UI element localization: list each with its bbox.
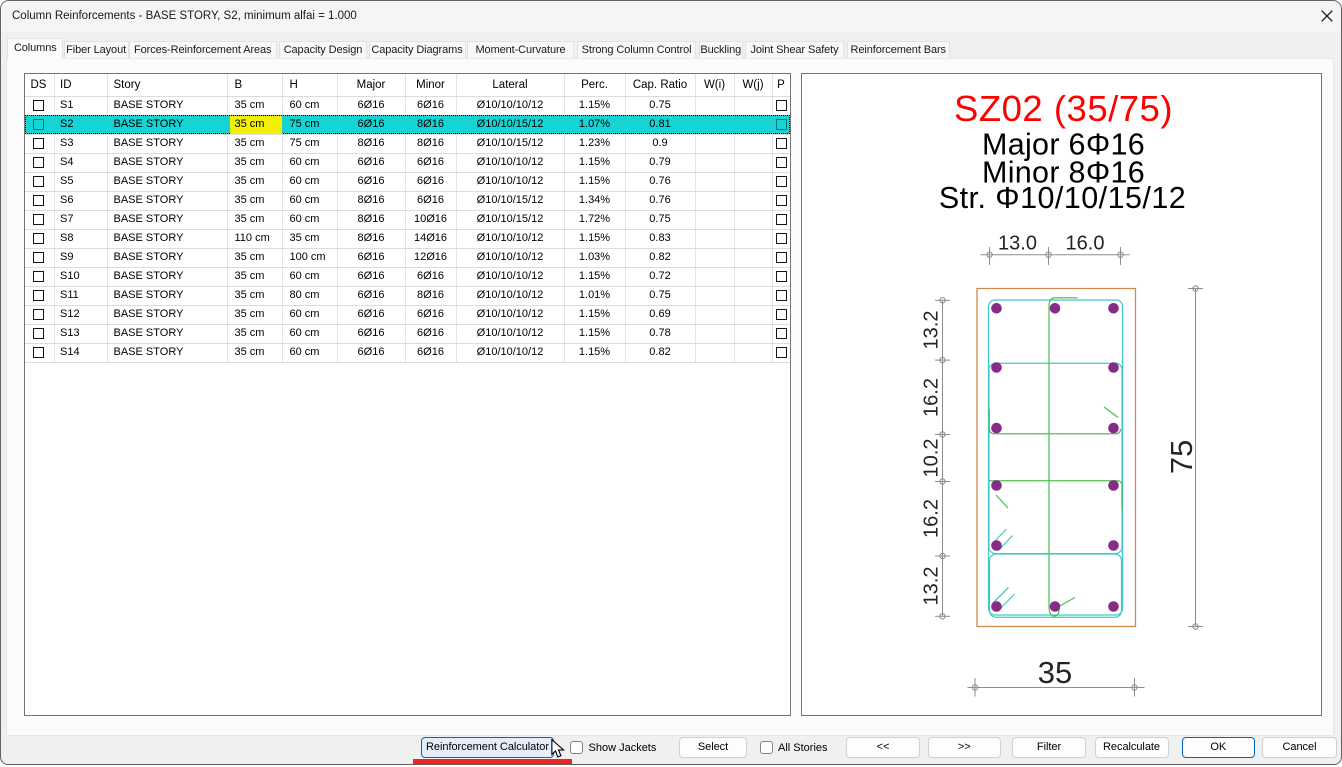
svg-text:16.2: 16.2 <box>920 499 942 538</box>
svg-text:SZ02 (35/75): SZ02 (35/75) <box>953 88 1172 129</box>
svg-text:13.2: 13.2 <box>920 566 942 605</box>
svg-text:13.0: 13.0 <box>998 232 1037 254</box>
svg-text:16.0: 16.0 <box>1065 232 1104 254</box>
svg-text:35: 35 <box>1037 655 1071 690</box>
svg-text:75: 75 <box>1164 439 1199 473</box>
svg-text:16.2: 16.2 <box>920 378 942 417</box>
svg-text:13.2: 13.2 <box>920 310 942 349</box>
svg-text:10.2: 10.2 <box>920 438 942 477</box>
svg-text:Str. Φ10/10/15/12: Str. Φ10/10/15/12 <box>938 181 1185 215</box>
